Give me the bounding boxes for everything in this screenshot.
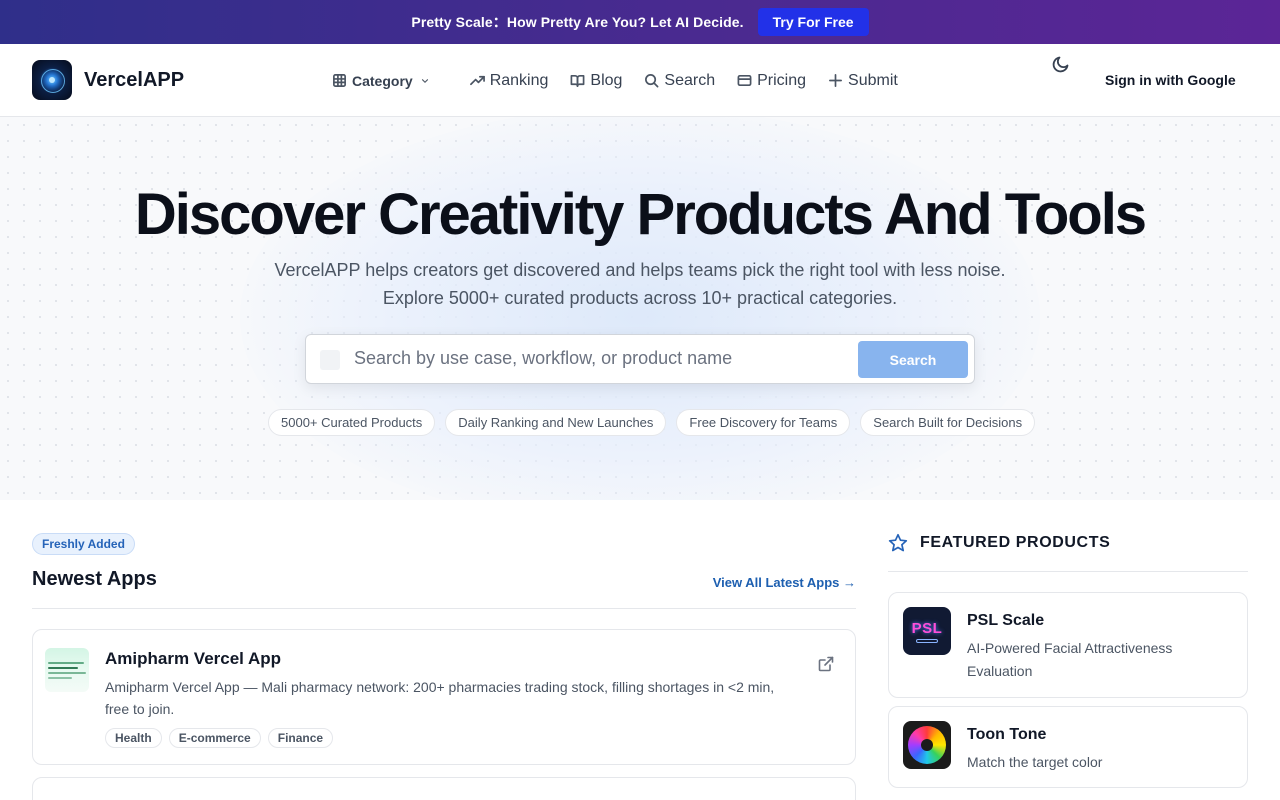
newest-apps-section: Freshly Added Newest Apps View All Lates… bbox=[32, 533, 856, 800]
brand-name: VercelAPP bbox=[84, 68, 185, 91]
search-field-icon bbox=[320, 350, 340, 370]
app-card-partial[interactable] bbox=[32, 777, 856, 800]
nav-ranking-label: Ranking bbox=[489, 71, 549, 89]
chip-curated-products: 5000+ Curated Products bbox=[268, 409, 436, 436]
star-icon bbox=[888, 533, 908, 552]
featured-products-title: FEATURED PRODUCTS bbox=[920, 534, 1111, 551]
chip-daily-ranking: Daily Ranking and New Launches bbox=[445, 409, 667, 436]
app-thumbnail bbox=[45, 648, 89, 692]
featured-products-sidebar: FEATURED PRODUCTS PSL PSL Scale AI-Power… bbox=[888, 533, 1248, 788]
section-divider bbox=[32, 608, 856, 609]
external-link-icon[interactable] bbox=[818, 656, 834, 672]
plus-icon bbox=[829, 74, 842, 87]
featured-description: Match the target color bbox=[967, 754, 1103, 770]
top-navigation: VercelAPP Category Ranking Blog Search P… bbox=[0, 44, 1280, 117]
featured-name[interactable]: PSL Scale bbox=[967, 612, 1044, 630]
nav-blog[interactable]: Blog bbox=[570, 72, 622, 90]
featured-description: AI-Powered Facial Attractiveness Evaluat… bbox=[967, 640, 1173, 679]
promo-banner: Pretty Scale：How Pretty Are You? Let AI … bbox=[0, 0, 1280, 44]
nav-search-label: Search bbox=[664, 71, 716, 89]
moon-icon[interactable] bbox=[1051, 54, 1071, 74]
nav-ranking[interactable]: Ranking bbox=[469, 71, 549, 90]
grid-icon bbox=[333, 74, 346, 87]
promo-text: Pretty Scale：How Pretty Are You? Let AI … bbox=[411, 14, 744, 30]
psl-scale-logo: PSL bbox=[903, 607, 951, 655]
view-all-latest-apps-link[interactable]: View All Latest Apps → bbox=[713, 575, 856, 590]
hero-search-button[interactable]: Search bbox=[858, 341, 968, 378]
hero-feature-chips: 5000+ Curated Products Daily Ranking and… bbox=[268, 409, 1036, 436]
nav-submit[interactable]: Submit bbox=[828, 72, 898, 90]
sign-in-with-google-button[interactable]: Sign in with Google bbox=[1105, 72, 1236, 88]
try-for-free-button[interactable]: Try For Free bbox=[757, 8, 869, 36]
book-open-icon bbox=[570, 74, 585, 87]
brand-logo-icon bbox=[32, 60, 72, 100]
chevron-down-icon bbox=[421, 78, 428, 83]
nav-blog-label: Blog bbox=[590, 71, 623, 89]
tag-ecommerce[interactable]: E-commerce bbox=[168, 728, 261, 748]
search-icon bbox=[645, 74, 659, 88]
nav-links: Category Ranking Blog Search Pricing Sub… bbox=[332, 44, 920, 117]
hero-subtitle-line1: VercelAPP helps creators get discovered … bbox=[274, 260, 1006, 280]
newest-apps-title: Newest Apps bbox=[32, 568, 157, 590]
nav-submit-label: Submit bbox=[848, 71, 898, 89]
chip-search-decisions: Search Built for Decisions bbox=[860, 409, 1036, 436]
chip-free-discovery: Free Discovery for Teams bbox=[676, 409, 851, 436]
app-tags: Health E-commerce Finance bbox=[105, 728, 334, 748]
hero-search-box: Search bbox=[305, 334, 975, 384]
featured-header: FEATURED PRODUCTS bbox=[888, 533, 1248, 553]
nav-category[interactable]: Category bbox=[332, 73, 430, 89]
credit-card-icon bbox=[737, 74, 752, 87]
featured-divider bbox=[888, 571, 1248, 572]
featured-name[interactable]: Toon Tone bbox=[967, 726, 1046, 744]
brand-logo-link[interactable]: VercelAPP bbox=[32, 60, 184, 100]
toon-tone-logo bbox=[903, 721, 951, 769]
freshly-added-badge: Freshly Added bbox=[32, 533, 135, 555]
nav-search[interactable]: Search bbox=[644, 72, 715, 90]
app-description: Amipharm Vercel App — Mali pharmacy netw… bbox=[105, 679, 775, 717]
hero-search-input[interactable] bbox=[354, 348, 834, 369]
app-card[interactable]: Amipharm Vercel App Amipharm Vercel App … bbox=[32, 629, 856, 765]
tag-finance[interactable]: Finance bbox=[267, 728, 334, 748]
hero-section: Discover Creativity Products And Tools V… bbox=[0, 117, 1280, 500]
trending-up-icon bbox=[469, 75, 485, 86]
tag-health[interactable]: Health bbox=[105, 728, 162, 748]
featured-card[interactable]: Toon Tone Match the target color bbox=[888, 706, 1248, 788]
app-title[interactable]: Amipharm Vercel App bbox=[105, 649, 281, 669]
hero-subtitle-line2: Explore 5000+ curated products across 10… bbox=[382, 288, 898, 308]
nav-pricing-label: Pricing bbox=[757, 71, 807, 89]
nav-pricing[interactable]: Pricing bbox=[737, 72, 806, 90]
hero-title: Discover Creativity Products And Tools bbox=[134, 182, 1147, 247]
featured-card[interactable]: PSL PSL Scale AI-Powered Facial Attracti… bbox=[888, 592, 1248, 698]
nav-category-label: Category bbox=[352, 72, 413, 89]
